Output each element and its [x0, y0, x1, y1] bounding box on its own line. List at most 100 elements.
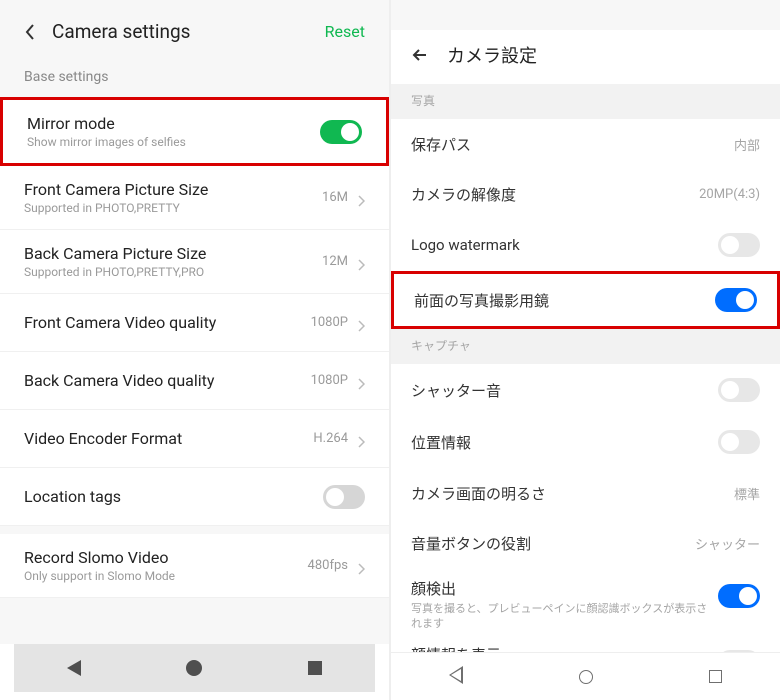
nav-recents-icon[interactable]: [308, 661, 322, 675]
front-picture-size-row[interactable]: Front Camera Picture Size Supported in P…: [0, 166, 389, 230]
resolution-value: 20MP(4:3): [699, 187, 760, 202]
location-label: 位置情報: [411, 432, 718, 453]
back-video-quality-label: Back Camera Video quality: [24, 371, 311, 390]
settings-list: Mirror mode Show mirror images of selfie…: [0, 97, 389, 598]
watermark-label: Logo watermark: [411, 236, 718, 254]
brightness-label: カメラ画面の明るさ: [411, 483, 734, 504]
chevron-right-icon: [358, 375, 365, 387]
front-mirror-toggle[interactable]: [715, 288, 757, 312]
left-phone-screen: Camera settings Reset Base settings Mirr…: [0, 0, 390, 700]
shutter-sound-toggle[interactable]: [718, 378, 760, 402]
volume-button-value: シャッター: [695, 534, 760, 553]
row-texts: 顔検出 写真を撮ると、プレビューペインに顔認識ボックスが表示されます: [411, 578, 718, 632]
status-bar: [391, 0, 780, 30]
row-texts: Front Camera Picture Size Supported in P…: [24, 180, 322, 215]
volume-button-label: 音量ボタンの役割: [411, 533, 695, 554]
row-texts: Video Encoder Format: [24, 429, 313, 448]
section-base-settings: Base settings: [0, 59, 389, 97]
resolution-label: カメラの解像度: [411, 184, 699, 205]
row-texts: Front Camera Video quality: [24, 313, 311, 332]
row-texts: Record Slomo Video Only support in Slomo…: [24, 548, 308, 583]
location-tags-row[interactable]: Location tags: [0, 468, 389, 526]
chevron-right-icon: [358, 560, 365, 572]
front-mirror-row[interactable]: 前面の写真撮影用鏡: [391, 271, 780, 329]
mirror-mode-sub: Show mirror images of selfies: [27, 135, 320, 149]
face-info-row[interactable]: 顔情報を表示 写真撮影向けの美化機能が有効になっている場合、プレビュー画面に性別…: [391, 638, 780, 652]
watermark-row[interactable]: Logo watermark: [391, 219, 780, 271]
brightness-row[interactable]: カメラ画面の明るさ 標準: [391, 468, 780, 518]
android-navbar: [14, 644, 375, 692]
face-detect-label: 顔検出: [411, 578, 718, 599]
mirror-mode-label: Mirror mode: [27, 114, 320, 133]
chevron-right-icon: [358, 433, 365, 445]
reset-button[interactable]: Reset: [325, 22, 365, 41]
slomo-video-label: Record Slomo Video: [24, 548, 308, 567]
watermark-toggle[interactable]: [718, 233, 760, 257]
face-detect-sub: 写真を撮ると、プレビューペインに顔認識ボックスが表示されます: [411, 601, 718, 632]
face-info-toggle[interactable]: [718, 650, 760, 652]
section-photo: 写真: [391, 84, 780, 119]
chevron-right-icon: [358, 256, 365, 268]
row-texts: Back Camera Picture Size Supported in PH…: [24, 244, 322, 279]
save-path-value: 内部: [734, 135, 760, 154]
face-detect-toggle[interactable]: [718, 584, 760, 608]
save-path-row[interactable]: 保存パス 内部: [391, 119, 780, 169]
page-title: Camera settings: [52, 20, 325, 43]
slomo-video-row[interactable]: Record Slomo Video Only support in Slomo…: [0, 534, 389, 598]
front-picture-size-label: Front Camera Picture Size: [24, 180, 322, 199]
slomo-video-sub: Only support in Slomo Mode: [24, 569, 308, 583]
row-texts: Back Camera Video quality: [24, 371, 311, 390]
chevron-right-icon: [358, 192, 365, 204]
video-encoder-row[interactable]: Video Encoder Format H.264: [0, 410, 389, 468]
nav-home-icon[interactable]: [579, 670, 593, 684]
save-path-label: 保存パス: [411, 134, 734, 155]
back-picture-size-sub: Supported in PHOTO,PRETTY,PRO: [24, 265, 322, 279]
section-capture: キャプチャ: [391, 329, 780, 364]
divider: [0, 526, 389, 534]
nav-home-icon[interactable]: [186, 660, 202, 676]
page-title: カメラ設定: [447, 42, 537, 68]
location-tags-label: Location tags: [24, 487, 323, 506]
row-texts: 顔情報を表示 写真撮影向けの美化機能が有効になっている場合、プレビュー画面に性別…: [411, 644, 718, 652]
back-arrow-icon[interactable]: [411, 46, 429, 64]
back-picture-size-row[interactable]: Back Camera Picture Size Supported in PH…: [0, 230, 389, 294]
mirror-mode-row[interactable]: Mirror mode Show mirror images of selfie…: [0, 97, 389, 166]
location-row[interactable]: 位置情報: [391, 416, 780, 468]
front-picture-size-value: 16M: [322, 190, 348, 205]
volume-button-row[interactable]: 音量ボタンの役割 シャッター: [391, 518, 780, 568]
back-picture-size-label: Back Camera Picture Size: [24, 244, 322, 263]
shutter-sound-label: シャッター音: [411, 380, 718, 401]
video-encoder-value: H.264: [313, 431, 348, 446]
header: カメラ設定: [391, 30, 780, 84]
front-video-quality-label: Front Camera Video quality: [24, 313, 311, 332]
resolution-row[interactable]: カメラの解像度 20MP(4:3): [391, 169, 780, 219]
nav-recents-icon[interactable]: [709, 670, 722, 683]
row-texts: Mirror mode Show mirror images of selfie…: [27, 114, 320, 149]
back-picture-size-value: 12M: [322, 254, 348, 269]
face-detect-row[interactable]: 顔検出 写真を撮ると、プレビューペインに顔認識ボックスが表示されます: [391, 568, 780, 638]
right-phone-screen: カメラ設定 写真 保存パス 内部 カメラの解像度 20MP(4:3) Logo …: [390, 0, 780, 700]
video-encoder-label: Video Encoder Format: [24, 429, 313, 448]
shutter-sound-row[interactable]: シャッター音: [391, 364, 780, 416]
back-video-quality-row[interactable]: Back Camera Video quality 1080P: [0, 352, 389, 410]
android-navbar: [391, 652, 780, 700]
mirror-mode-toggle[interactable]: [320, 120, 362, 144]
front-video-quality-value: 1080P: [311, 315, 348, 330]
brightness-value: 標準: [734, 484, 760, 503]
front-picture-size-sub: Supported in PHOTO,PRETTY: [24, 201, 322, 215]
back-video-quality-value: 1080P: [311, 373, 348, 388]
row-texts: Location tags: [24, 487, 323, 506]
chevron-right-icon: [358, 317, 365, 329]
slomo-video-value: 480fps: [308, 558, 348, 573]
spacer: [0, 598, 389, 644]
front-video-quality-row[interactable]: Front Camera Video quality 1080P: [0, 294, 389, 352]
face-info-label: 顔情報を表示: [411, 644, 718, 652]
back-icon[interactable]: [24, 23, 36, 41]
front-mirror-label: 前面の写真撮影用鏡: [414, 290, 715, 311]
header: Camera settings Reset: [0, 0, 389, 59]
location-toggle[interactable]: [718, 430, 760, 454]
settings-scroll[interactable]: 写真 保存パス 内部 カメラの解像度 20MP(4:3) Logo waterm…: [391, 84, 780, 652]
nav-back-icon[interactable]: [449, 668, 463, 686]
nav-back-icon[interactable]: [67, 660, 81, 676]
location-tags-toggle[interactable]: [323, 485, 365, 509]
